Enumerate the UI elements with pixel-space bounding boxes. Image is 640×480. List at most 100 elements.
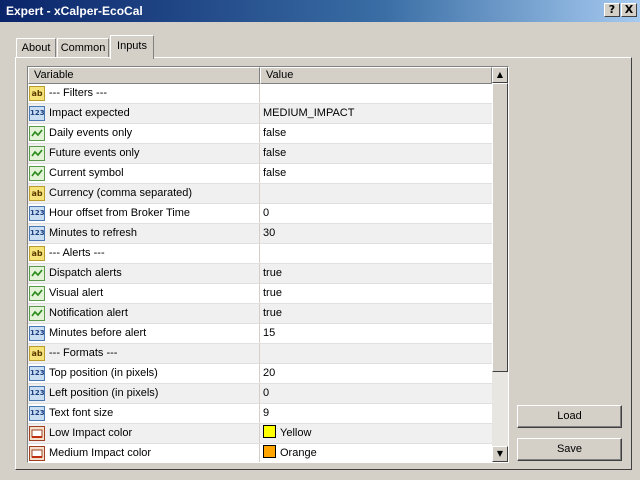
value-cell[interactable]: 30	[260, 224, 492, 243]
variable-label: Minutes before alert	[49, 327, 147, 339]
variable-cell[interactable]: Dispatch alerts	[28, 264, 260, 283]
table-row[interactable]: 123 Hour offset from Broker Time 0	[28, 204, 492, 224]
value-cell[interactable]: 0	[260, 384, 492, 403]
variable-label: Dispatch alerts	[49, 267, 122, 279]
table-row[interactable]: Current symbol false	[28, 164, 492, 184]
value-text: false	[263, 167, 287, 179]
variable-label: Impact expected	[49, 107, 130, 119]
boolean-type-icon	[29, 166, 45, 181]
value-cell[interactable]: true	[260, 304, 492, 323]
variable-label: Currency (comma separated)	[49, 187, 193, 199]
table-row[interactable]: Low Impact color Yellow	[28, 424, 492, 444]
variable-cell[interactable]: Low Impact color	[28, 424, 260, 443]
table-row[interactable]: Dispatch alerts true	[28, 264, 492, 284]
variable-cell[interactable]: Current symbol	[28, 164, 260, 183]
color-type-icon	[29, 446, 45, 461]
tab-about[interactable]: About	[16, 38, 56, 58]
number-type-icon: 123	[29, 366, 45, 381]
column-header-variable[interactable]: Variable	[28, 67, 260, 84]
value-text: Orange	[280, 447, 317, 459]
color-swatch	[263, 425, 276, 438]
value-cell[interactable]: true	[260, 284, 492, 303]
value-cell[interactable]	[260, 344, 492, 363]
string-type-icon: ab	[29, 86, 45, 101]
column-header-value[interactable]: Value	[260, 67, 492, 84]
number-type-icon: 123	[29, 406, 45, 421]
value-text: Yellow	[280, 427, 312, 439]
variable-cell[interactable]: ab --- Alerts ---	[28, 244, 260, 263]
value-cell[interactable]	[260, 84, 492, 103]
tab-common[interactable]: Common	[57, 38, 109, 58]
variable-label: Visual alert	[49, 287, 104, 299]
load-button[interactable]: Load	[517, 405, 622, 428]
number-type-icon: 123	[29, 386, 45, 401]
close-button[interactable]: X	[621, 3, 637, 17]
variable-cell[interactable]: 123 Text font size	[28, 404, 260, 423]
value-cell[interactable]	[260, 184, 492, 203]
variable-cell[interactable]: ab --- Formats ---	[28, 344, 260, 363]
value-cell[interactable]: false	[260, 144, 492, 163]
table-row[interactable]: Visual alert true	[28, 284, 492, 304]
table-row[interactable]: Notification alert true	[28, 304, 492, 324]
table-row[interactable]: 123 Left position (in pixels) 0	[28, 384, 492, 404]
value-cell[interactable]: Yellow	[260, 424, 492, 443]
variable-cell[interactable]: 123 Minutes to refresh	[28, 224, 260, 243]
variable-cell[interactable]: ab --- Filters ---	[28, 84, 260, 103]
table-row[interactable]: 123 Top position (in pixels) 20	[28, 364, 492, 384]
table-row[interactable]: ab --- Formats ---	[28, 344, 492, 364]
value-cell[interactable]: 15	[260, 324, 492, 343]
value-text: true	[263, 287, 282, 299]
value-text: true	[263, 267, 282, 279]
variable-cell[interactable]: 123 Impact expected	[28, 104, 260, 123]
variable-label: Low Impact color	[49, 427, 133, 439]
variable-cell[interactable]: Visual alert	[28, 284, 260, 303]
value-cell[interactable]: false	[260, 164, 492, 183]
variable-cell[interactable]: 123 Top position (in pixels)	[28, 364, 260, 383]
variable-cell[interactable]: 123 Left position (in pixels)	[28, 384, 260, 403]
value-text: false	[263, 147, 287, 159]
help-button[interactable]: ?	[604, 3, 620, 17]
vertical-scrollbar[interactable]: ▲ ▼	[492, 67, 508, 462]
table-row[interactable]: 123 Text font size 9	[28, 404, 492, 424]
value-cell[interactable]	[260, 244, 492, 263]
variable-cell[interactable]: ab Currency (comma separated)	[28, 184, 260, 203]
variable-cell[interactable]: 123 Hour offset from Broker Time	[28, 204, 260, 223]
table-row[interactable]: 123 Minutes before alert 15	[28, 324, 492, 344]
variable-cell[interactable]: Notification alert	[28, 304, 260, 323]
table-row[interactable]: Future events only false	[28, 144, 492, 164]
table-row[interactable]: ab Currency (comma separated)	[28, 184, 492, 204]
load-button-label: Load	[557, 410, 582, 422]
table-row[interactable]: Daily events only false	[28, 124, 492, 144]
table-row[interactable]: ab --- Filters ---	[28, 84, 492, 104]
variable-cell[interactable]: 123 Minutes before alert	[28, 324, 260, 343]
string-type-icon: ab	[29, 346, 45, 361]
table-row[interactable]: Medium Impact color Orange	[28, 444, 492, 462]
variable-cell[interactable]: Future events only	[28, 144, 260, 163]
boolean-type-icon	[29, 306, 45, 321]
table-row[interactable]: ab --- Alerts ---	[28, 244, 492, 264]
variable-cell[interactable]: Daily events only	[28, 124, 260, 143]
scroll-thumb[interactable]	[492, 83, 508, 372]
table-row[interactable]: 123 Impact expected MEDIUM_IMPACT	[28, 104, 492, 124]
scroll-down-button[interactable]: ▼	[492, 446, 508, 462]
grid-rows: ab --- Filters --- 123 Impact expected MEDIU…	[28, 84, 492, 462]
tab-inputs[interactable]: Inputs	[110, 35, 154, 59]
save-button[interactable]: Save	[517, 438, 622, 461]
value-cell[interactable]: Orange	[260, 444, 492, 462]
table-row[interactable]: 123 Minutes to refresh 30	[28, 224, 492, 244]
scroll-up-button[interactable]: ▲	[492, 67, 508, 83]
value-cell[interactable]: false	[260, 124, 492, 143]
number-type-icon: 123	[29, 226, 45, 241]
value-cell[interactable]: 0	[260, 204, 492, 223]
save-button-label: Save	[556, 443, 583, 455]
value-text: 0	[263, 387, 270, 399]
value-text: 0	[263, 207, 270, 219]
value-cell[interactable]: true	[260, 264, 492, 283]
value-cell[interactable]: 9	[260, 404, 492, 423]
value-text: 15	[263, 327, 276, 339]
value-cell[interactable]: MEDIUM_IMPACT	[260, 104, 492, 123]
value-cell[interactable]: 20	[260, 364, 492, 383]
value-text: true	[263, 307, 282, 319]
title-bar: Expert - xCalper-EcoCal ? X	[0, 0, 640, 22]
variable-cell[interactable]: Medium Impact color	[28, 444, 260, 462]
